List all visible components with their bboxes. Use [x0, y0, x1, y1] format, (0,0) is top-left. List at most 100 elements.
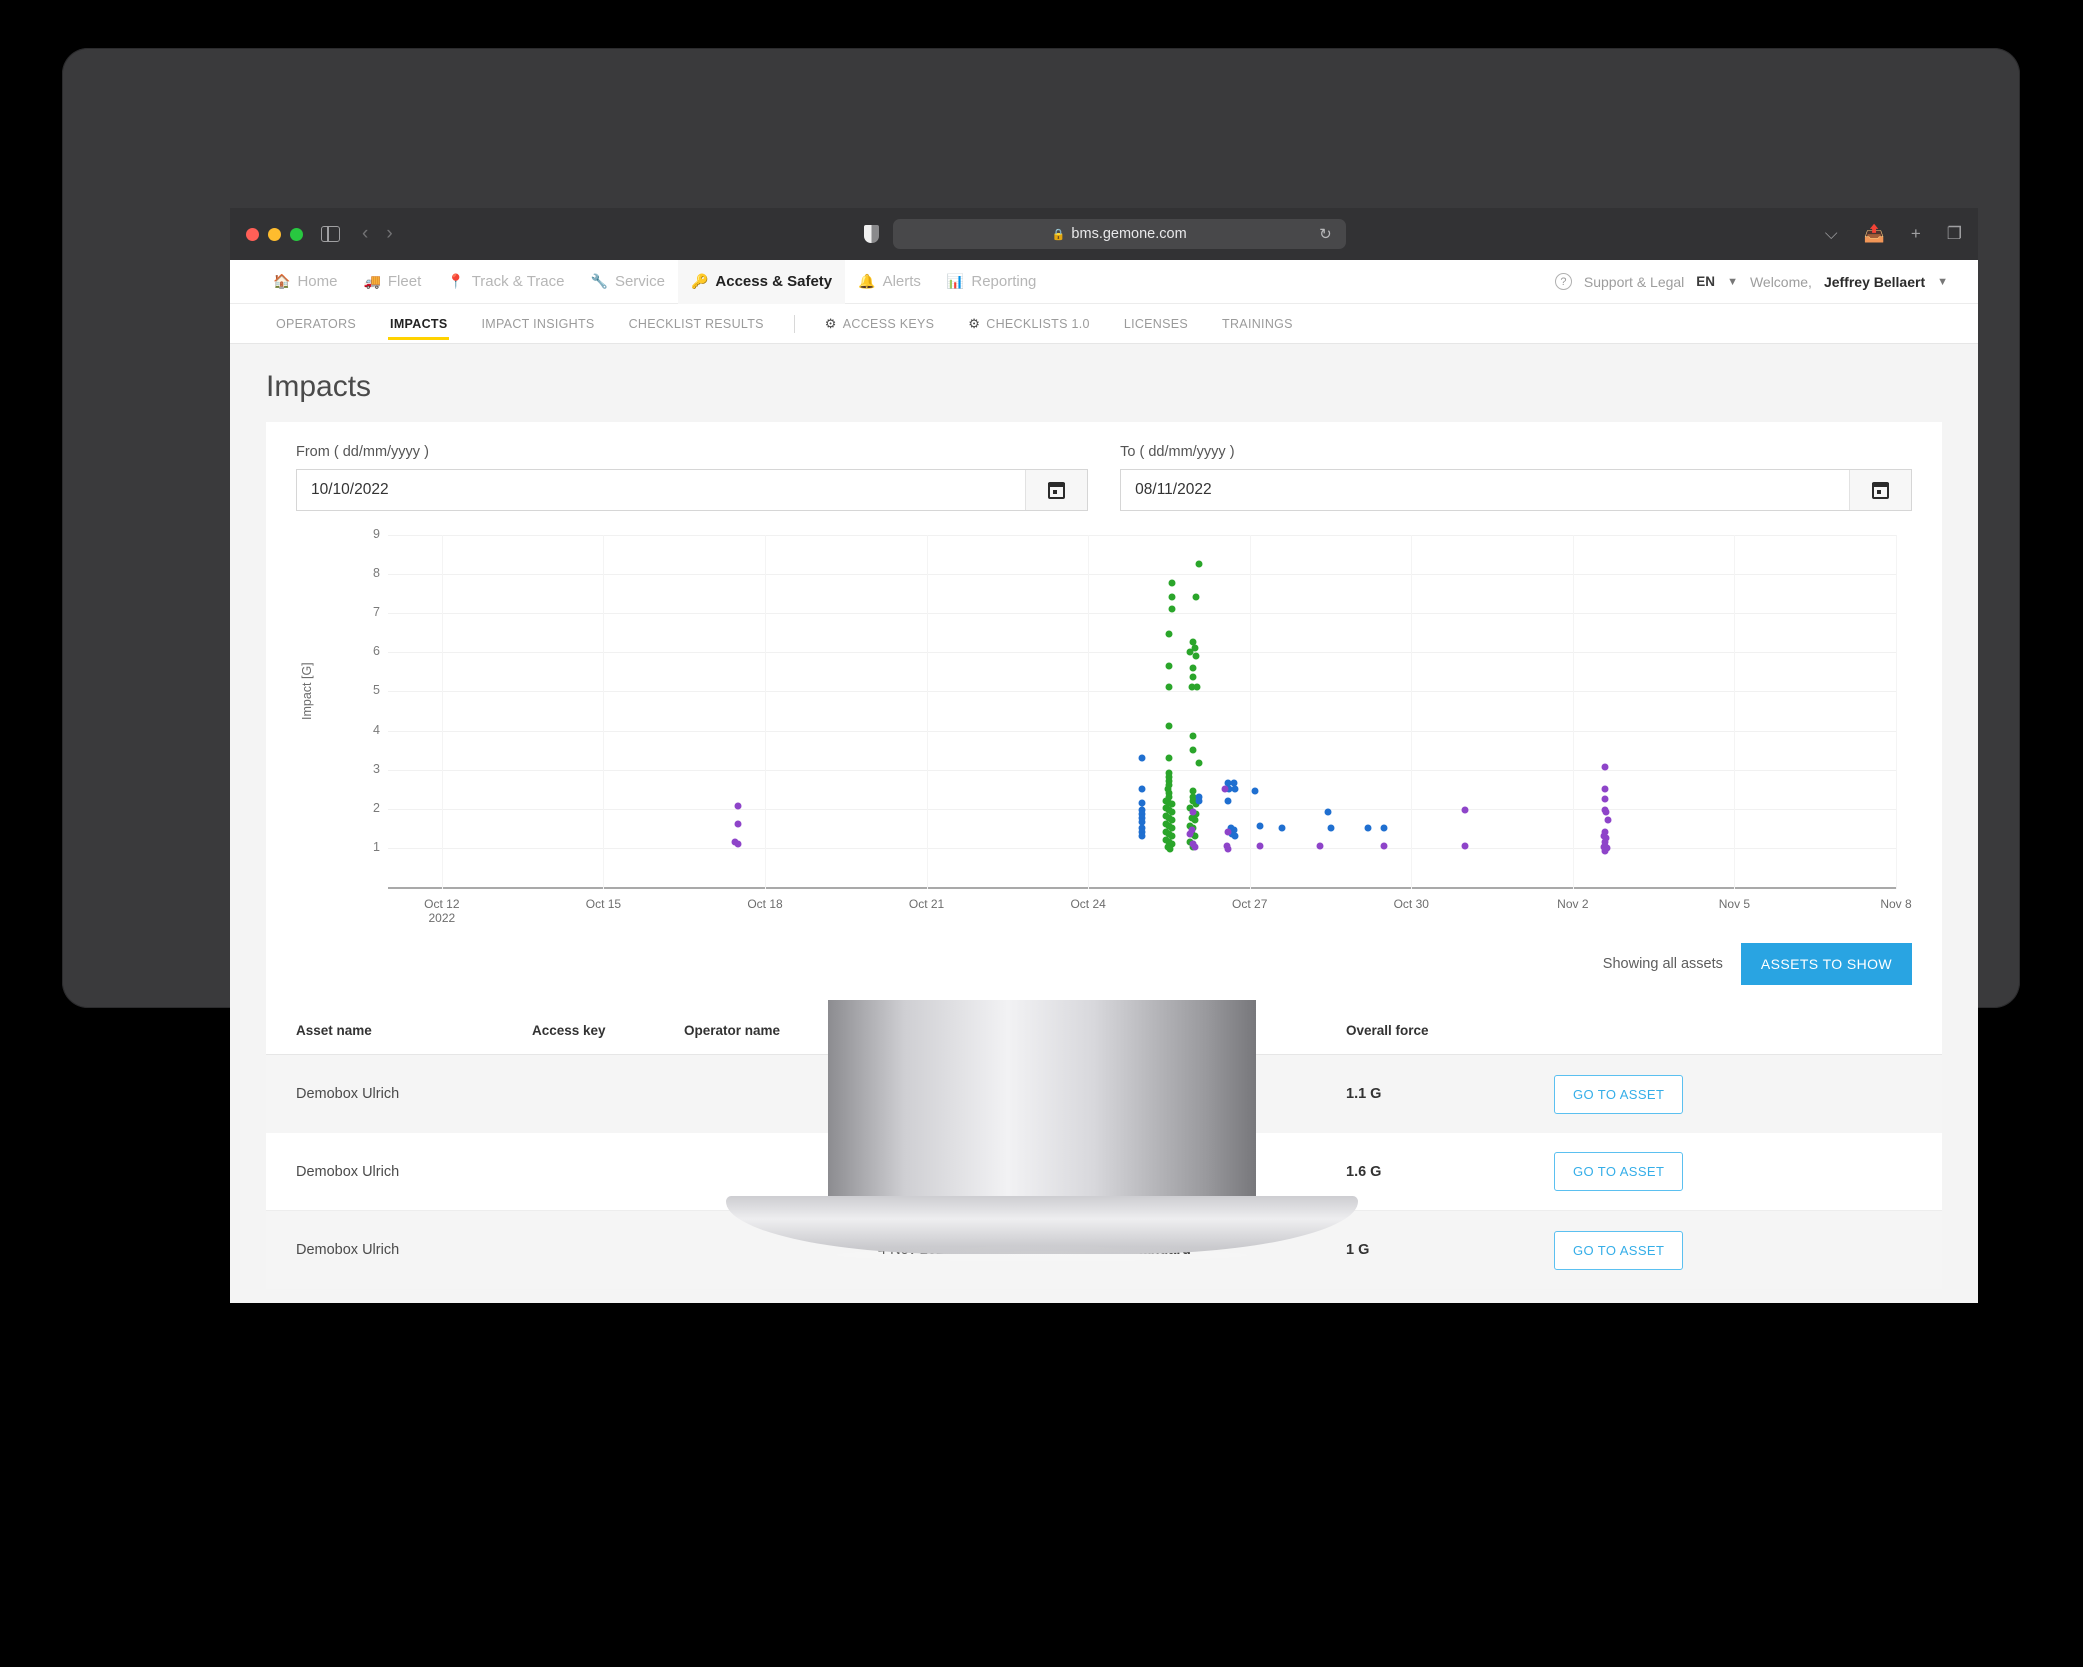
nav-item-service[interactable]: 🔧 Service [578, 260, 678, 304]
to-calendar-button[interactable] [1849, 470, 1911, 510]
address-bar[interactable]: 🔒 bms.gemone.com ↻ [893, 219, 1346, 249]
scatter-point-green[interactable] [1165, 754, 1172, 761]
scatter-point-green[interactable] [1165, 723, 1172, 730]
scatter-point-purple[interactable] [1316, 842, 1323, 849]
scatter-point-green[interactable] [1167, 846, 1174, 853]
scatter-point-purple[interactable] [1191, 844, 1198, 851]
scatter-point-blue[interactable] [1327, 824, 1334, 831]
scatter-point-green[interactable] [1195, 760, 1202, 767]
scatter-point-blue[interactable] [1257, 822, 1264, 829]
scatter-point-green[interactable] [1165, 662, 1172, 669]
scatter-point-blue[interactable] [1381, 824, 1388, 831]
scatter-point-green[interactable] [1190, 746, 1197, 753]
scatter-point-green[interactable] [1192, 652, 1199, 659]
share-icon[interactable]: 📤 [1864, 224, 1885, 244]
scatter-point-green[interactable] [1165, 684, 1172, 691]
chevron-down-icon[interactable]: ▼ [1937, 276, 1948, 288]
scatter-point-green[interactable] [1168, 605, 1175, 612]
scatter-point-purple[interactable] [1462, 807, 1469, 814]
window-controls[interactable] [246, 228, 303, 241]
scatter-point-blue[interactable] [1231, 785, 1238, 792]
scatter-point-purple[interactable] [1222, 785, 1229, 792]
scatter-point-blue[interactable] [1195, 797, 1202, 804]
scatter-point-purple[interactable] [1225, 828, 1232, 835]
nav-item-reporting[interactable]: 📊 Reporting [934, 260, 1049, 304]
sidebar-toggle-icon[interactable] [321, 226, 340, 242]
scatter-point-purple[interactable] [1187, 830, 1194, 837]
scatter-point-purple[interactable] [1462, 842, 1469, 849]
scatter-point-green[interactable] [1193, 684, 1200, 691]
scatter-point-blue[interactable] [1225, 797, 1232, 804]
scatter-point-purple[interactable] [735, 803, 742, 810]
scatter-point-blue[interactable] [1365, 824, 1372, 831]
scatter-point-purple[interactable] [1381, 842, 1388, 849]
back-arrow-icon[interactable]: ‹ [362, 223, 368, 245]
scatter-point-purple[interactable] [1604, 817, 1611, 824]
scatter-point-purple[interactable] [1602, 764, 1609, 771]
user-name[interactable]: Jeffrey Bellaert [1824, 274, 1925, 290]
reload-icon[interactable]: ↻ [1319, 225, 1332, 243]
tab-access-keys[interactable]: ⚙ ACCESS KEYS [809, 304, 951, 344]
nav-item-track-trace[interactable]: 📍 Track & Trace [434, 260, 577, 304]
tab-checklists-10[interactable]: ⚙ CHECKLISTS 1.0 [952, 304, 1106, 344]
download-icon[interactable]: ⌵ [1825, 224, 1838, 244]
to-date-input[interactable] [1121, 470, 1849, 510]
scatter-point-blue[interactable] [1279, 824, 1286, 831]
close-window-button[interactable] [246, 228, 259, 241]
scatter-point-purple[interactable] [1257, 842, 1264, 849]
go-to-asset-button[interactable]: GO TO ASSET [1554, 1075, 1683, 1114]
y-axis-tick: 7 [350, 605, 380, 619]
go-to-asset-button[interactable]: GO TO ASSET [1554, 1231, 1683, 1270]
privacy-shield-icon[interactable] [864, 225, 879, 243]
scatter-point-purple[interactable] [1225, 846, 1232, 853]
scatter-point-blue[interactable] [1139, 832, 1146, 839]
scatter-point-blue[interactable] [1139, 754, 1146, 761]
scatter-point-purple[interactable] [1603, 809, 1610, 816]
tab-impact-insights[interactable]: IMPACT INSIGHTS [465, 304, 610, 344]
assets-to-show-button[interactable]: ASSETS TO SHOW [1741, 943, 1912, 985]
nav-item-access-safety[interactable]: 🔑 Access & Safety [678, 260, 845, 304]
tab-operators[interactable]: OPERATORS [260, 304, 372, 344]
new-tab-icon[interactable]: + [1911, 224, 1921, 244]
from-calendar-button[interactable] [1025, 470, 1087, 510]
scatter-point-green[interactable] [1165, 631, 1172, 638]
forward-arrow-icon[interactable]: › [386, 223, 392, 245]
nav-item-home[interactable]: 🏠 Home [260, 260, 350, 304]
chevron-down-icon[interactable]: ▼ [1727, 276, 1738, 288]
scatter-point-green[interactable] [1168, 594, 1175, 601]
minimize-window-button[interactable] [268, 228, 281, 241]
scatter-point-green[interactable] [1190, 733, 1197, 740]
language-value[interactable]: EN [1696, 274, 1715, 289]
from-date-field[interactable] [296, 469, 1088, 511]
scatter-point-purple[interactable] [735, 840, 742, 847]
scatter-point-blue[interactable] [1139, 799, 1146, 806]
maximize-window-button[interactable] [290, 228, 303, 241]
scatter-point-purple[interactable] [735, 821, 742, 828]
support-legal-link[interactable]: Support & Legal [1584, 274, 1684, 290]
nav-item-fleet[interactable]: 🚚 Fleet [350, 260, 434, 304]
tab-impacts[interactable]: IMPACTS [374, 304, 463, 344]
scatter-point-blue[interactable] [1139, 785, 1146, 792]
nav-item-alerts[interactable]: 🔔 Alerts [845, 260, 934, 304]
scatter-point-green[interactable] [1190, 674, 1197, 681]
tab-checklist-results[interactable]: CHECKLIST RESULTS [613, 304, 780, 344]
scatter-point-blue[interactable] [1252, 787, 1259, 794]
scatter-point-green[interactable] [1192, 594, 1199, 601]
scatter-point-green[interactable] [1168, 580, 1175, 587]
scatter-point-blue[interactable] [1231, 832, 1238, 839]
scatter-point-green[interactable] [1190, 664, 1197, 671]
from-date-input[interactable] [297, 470, 1025, 510]
to-date-field[interactable] [1120, 469, 1912, 511]
scatter-point-blue[interactable] [1324, 809, 1331, 816]
scatter-point-purple[interactable] [1190, 809, 1197, 816]
scatter-point-purple[interactable] [1602, 795, 1609, 802]
tab-overview-icon[interactable]: ❐ [1947, 224, 1962, 244]
question-circle-icon[interactable]: ? [1555, 273, 1572, 290]
scatter-point-purple[interactable] [1602, 847, 1609, 854]
go-to-asset-button[interactable]: GO TO ASSET [1554, 1152, 1683, 1191]
scatter-point-purple[interactable] [1602, 785, 1609, 792]
tab-licenses[interactable]: LICENSES [1108, 304, 1204, 344]
scatter-point-green[interactable] [1195, 560, 1202, 567]
x-axis-tick: Oct 122022 [424, 897, 459, 925]
tab-trainings[interactable]: TRAININGS [1206, 304, 1309, 344]
